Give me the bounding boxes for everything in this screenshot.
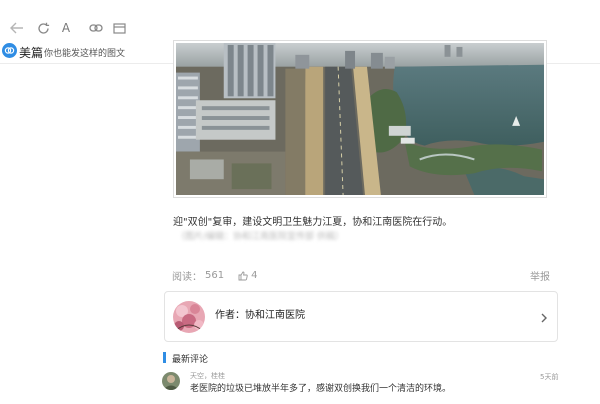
comment-time: 5天前 [540,373,559,381]
author-card[interactable]: 作者：协和江南医院 [164,291,558,342]
report-link[interactable]: 举报 [530,268,550,283]
section-accent-bar [163,352,166,363]
browser-toolbar: A [0,0,600,40]
font-size-icon[interactable]: A [58,20,74,36]
chevron-right-icon [539,310,549,324]
app-slogan: 你也能发这样的图文 [44,49,126,59]
article-stats: 阅读 ： 561 4 [172,270,258,283]
app-name: 美篇 [19,46,44,60]
back-arrow-icon[interactable] [9,20,25,36]
comment-username[interactable]: 天空，桂桂 [190,371,225,381]
like-count[interactable]: 4 [251,270,257,281]
read-label: 阅读 [172,272,192,283]
meipian-logo-icon [2,43,17,58]
comment-text: 老医院的垃圾已堆放半年多了，感谢双创换我们一个清洁的环境。 [190,384,452,394]
commenter-avatar[interactable] [162,372,180,390]
read-count: 561 [205,270,225,281]
thumbs-up-icon[interactable] [238,271,248,281]
window-icon[interactable] [111,20,127,36]
link-icon[interactable] [88,20,104,36]
comments-section-title: 最新评论 [172,355,209,365]
article-photo[interactable] [173,40,547,198]
author-name: 作者：协和江南医院 [215,310,305,321]
aerial-city-image [176,43,544,195]
photo-source: （图片/编辑：协和江南医院宣传部 供稿） [176,232,344,242]
photo-caption: 迎"双创"复审，建设文明卫生魅力江夏，协和江南医院在行动。 [173,217,453,228]
refresh-icon[interactable] [35,20,51,36]
author-avatar [173,301,205,333]
